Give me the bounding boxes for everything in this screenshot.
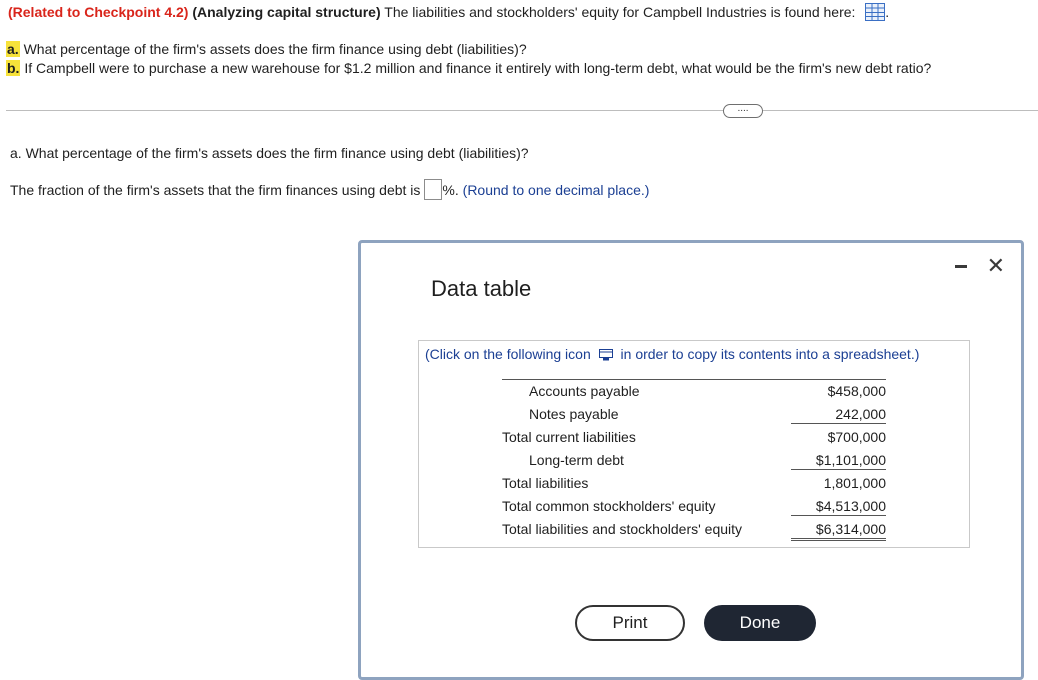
part-a-question: a. What percentage of the firm's assets … [10,145,529,161]
instr-before: (Click on the following icon [425,346,591,362]
row-value: $1,101,000 [791,452,886,470]
done-button[interactable]: Done [704,605,816,641]
table-row: Total common stockholders' equity $4,513… [502,495,886,518]
header-text: The liabilities and stockholders' equity… [384,4,856,20]
liabilities-table: Accounts payable $458,000 Notes payable … [502,379,886,541]
rounding-hint: (Round to one decimal place.) [462,182,650,198]
topic-title: (Analyzing capital structure) [192,4,381,20]
table-row: Total liabilities 1,801,000 [502,472,886,495]
problem-header: (Related to Checkpoint 4.2) (Analyzing c… [8,3,889,24]
header-period: . [885,4,890,20]
data-table-panel: (Click on the following icon in order to… [418,340,970,548]
table-row: Notes payable 242,000 [502,403,886,426]
question-a-text: What percentage of the firm's assets doe… [23,41,527,57]
related-checkpoint: (Related to Checkpoint 4.2) [8,4,189,20]
row-label: Total liabilities [502,475,589,491]
data-table-icon[interactable] [865,3,886,24]
table-row: Long-term debt $1,101,000 [502,449,886,472]
row-label: Long-term debt [529,452,624,468]
instr-after: in order to copy its contents into a spr… [620,346,920,362]
data-table-dialog: Data table ✕ (Click on the following ico… [358,240,1024,680]
row-label: Notes payable [529,406,619,422]
part-a-answer-line: The fraction of the firm's assets that t… [10,179,649,200]
question-b: b. If Campbell were to purchase a new wa… [6,60,931,76]
section-divider [6,110,1038,111]
expand-more-button[interactable]: .... [723,104,763,118]
close-icon[interactable]: ✕ [987,253,1005,279]
table-row: Total liabilities and stockholders' equi… [502,518,886,541]
dialog-title: Data table [431,276,532,301]
question-a: a. What percentage of the firm's assets … [6,41,527,57]
row-value: 242,000 [791,406,886,424]
row-value: 1,801,000 [823,475,886,491]
copy-to-spreadsheet-icon[interactable] [598,348,613,364]
row-value: $700,000 [827,429,886,445]
question-a-label: a. [6,41,20,57]
question-b-text: If Campbell were to purchase a new wareh… [24,60,932,76]
table-row: Total current liabilities $700,000 [502,426,886,449]
row-label: Total common stockholders' equity [502,498,716,514]
row-value: $6,314,000 [791,521,886,541]
question-b-label: b. [6,60,21,76]
minimize-icon[interactable] [955,265,967,268]
row-label: Accounts payable [529,383,640,399]
answer-prefix: The fraction of the firm's assets that t… [10,182,421,198]
row-label: Total current liabilities [502,429,636,445]
copy-instructions: (Click on the following icon in order to… [425,346,919,364]
print-button[interactable]: Print [575,605,685,641]
row-label: Total liabilities and stockholders' equi… [502,521,743,537]
table-row: Accounts payable $458,000 [502,380,886,403]
answer-suffix: %. [442,182,459,198]
row-value: $4,513,000 [791,498,886,516]
answer-input[interactable] [424,179,443,200]
row-value: $458,000 [827,383,886,399]
